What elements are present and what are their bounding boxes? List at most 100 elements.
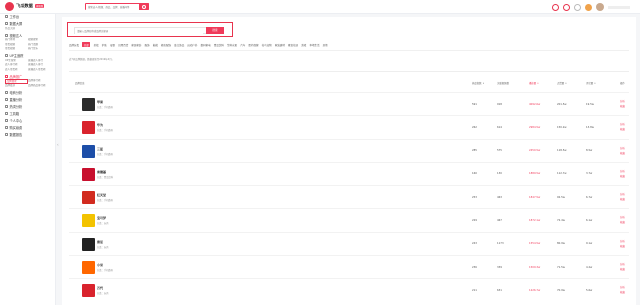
favorite-link[interactable]: 收藏 xyxy=(620,104,625,109)
sidebar-group-6[interactable]: 直播分析 xyxy=(0,97,55,103)
brand-logo[interactable] xyxy=(82,144,95,158)
sidebar-group-9[interactable]: 个人中心 xyxy=(0,118,55,124)
table-row[interactable]: 红天堂 分类：手机数码 253 463 1847.5w 92.5w 6.7w 分析 收藏 xyxy=(69,185,629,208)
sidebar-item[interactable]: 直播达人带货榜 xyxy=(28,68,51,73)
col-views[interactable]: 播放量 ↓ xyxy=(529,81,539,85)
category-tab[interactable]: 其他 xyxy=(323,43,328,47)
brand-name[interactable]: 肯德基 xyxy=(97,170,106,174)
category-tab[interactable]: 数码家电 xyxy=(201,43,211,47)
favorite-link[interactable]: 收藏 xyxy=(620,290,625,295)
brand-search-box[interactable]: 搜索 xyxy=(74,27,224,35)
favorite-link[interactable]: 收藏 xyxy=(620,127,625,132)
brand-logo[interactable] xyxy=(82,121,95,135)
sidebar-item[interactable]: 作品大屏 xyxy=(5,27,28,32)
brand-logo[interactable] xyxy=(82,261,95,275)
brand-name[interactable]: 索尼 xyxy=(97,240,103,244)
category-tab[interactable]: 家装建材 xyxy=(275,43,285,47)
sidebar-group-3[interactable]: UP主追踪 xyxy=(0,53,55,59)
category-tab[interactable]: 日用百货 xyxy=(118,43,128,47)
sidebar-group-7[interactable]: 热词分析 xyxy=(0,104,55,110)
brand-name[interactable]: 小米 xyxy=(97,263,103,267)
sidebar-item[interactable]: 品牌投放 xyxy=(5,84,28,89)
avatar[interactable] xyxy=(596,3,604,11)
category-tab[interactable]: 生鲜水果 xyxy=(227,43,237,47)
search-icon[interactable] xyxy=(139,3,149,10)
category-tab[interactable]: 美妆 xyxy=(94,43,99,47)
sidebar-item[interactable]: 品牌商品排行榜 xyxy=(28,84,51,89)
collapse-arrow-icon[interactable]: ‹ xyxy=(57,142,59,147)
table-row[interactable]: 宝可梦 分类：玩具 229 467 1872.1w 72.4w 6.1w 分析 收藏 xyxy=(69,208,629,231)
favorite-link[interactable]: 收藏 xyxy=(620,151,625,156)
analyze-link[interactable]: 分析 xyxy=(620,146,625,151)
sidebar-item[interactable]: 带货视频 xyxy=(5,47,28,52)
vip-icon[interactable] xyxy=(585,3,592,11)
sidebar-item[interactable]: 热门音乐 xyxy=(28,47,51,52)
table-row[interactable]: 小米 分类：手机数码 236 339 1509.3w 71.5w 4.2w 分析 收藏 xyxy=(69,255,629,278)
sidebar-group-4[interactable]: 品牌推广 xyxy=(0,74,55,80)
category-tab[interactable]: 箱包配饰 xyxy=(161,43,171,47)
category-tab[interactable]: 花鸟宠物 xyxy=(262,43,272,47)
category-tab[interactable]: 医药保健 xyxy=(248,43,258,47)
brand-name[interactable]: 红天堂 xyxy=(97,193,106,197)
col-likes[interactable]: 点赞量 ↓ xyxy=(557,81,567,85)
category-tab[interactable]: 食品饮料 xyxy=(214,43,224,47)
global-search-input[interactable] xyxy=(86,5,140,10)
table-row[interactable]: 肯德基 分类：食品饮料 160 130 1889.5w 112.7w 3.7w 分析 收藏 xyxy=(69,161,629,185)
category-tab[interactable]: 服饰 xyxy=(145,43,150,47)
brand-name[interactable]: 三星 xyxy=(97,147,103,151)
sidebar-item[interactable]: 达人带货榜 xyxy=(5,68,28,73)
brand-name[interactable]: 万代 xyxy=(97,286,103,290)
brand-name[interactable]: 华为 xyxy=(97,123,103,127)
message-icon[interactable] xyxy=(552,3,559,11)
table-row[interactable]: 万代 分类：玩具 211 631 1226.7w 70.9w 5.6w 分析 收藏 xyxy=(69,278,629,301)
settings-icon[interactable] xyxy=(574,3,581,11)
brand-logo[interactable] xyxy=(82,284,95,298)
col-increment[interactable]: 关联视频数 xyxy=(497,81,509,85)
brand-logo[interactable] xyxy=(82,214,95,228)
category-tab[interactable]: 全部 xyxy=(82,42,91,47)
logo-icon[interactable] xyxy=(5,2,14,11)
brand-tags: 分类：手机数码 xyxy=(97,152,114,156)
help-icon[interactable] xyxy=(563,3,570,11)
category-tab[interactable]: 珠宝饰品 xyxy=(174,43,184,47)
sidebar-group-1[interactable]: 数据大屏 xyxy=(0,21,55,27)
brand-logo[interactable] xyxy=(82,237,95,251)
favorite-link[interactable]: 收藏 xyxy=(620,220,625,225)
sidebar-group-label: 视频达人 xyxy=(9,33,23,38)
table-row[interactable]: 三星 分类：手机数码 285 575 2450.5w 118.5w 8.5w 分析 收藏 xyxy=(69,138,629,162)
col-comments[interactable]: 评论量 ↓ xyxy=(586,81,596,85)
category-tab[interactable]: 汽车 xyxy=(240,43,245,47)
favorite-link[interactable]: 收藏 xyxy=(620,267,625,272)
col-trend[interactable]: 热度指数 ↓ xyxy=(472,81,484,85)
category-tab[interactable]: 教育培训 xyxy=(288,43,298,47)
category-tab[interactable]: 家居家纺 xyxy=(131,43,141,47)
category-tab[interactable]: 运动户外 xyxy=(187,43,197,47)
table-row[interactable]: 苹果 分类：手机数码 591 918 4092.6w 201.5w 19.5w 分析 收藏 xyxy=(69,92,629,115)
sidebar-group-0[interactable]: 工作台 xyxy=(0,14,55,20)
favorite-link[interactable]: 收藏 xyxy=(620,244,625,249)
category-tab[interactable]: 游戏 xyxy=(301,43,306,47)
table-row[interactable]: 华为 分类：手机数码 262 614 2984.5w 150.2w 13.8w 分析 收藏 xyxy=(69,115,629,138)
sidebar-group-11[interactable]: 数据报告 xyxy=(0,132,55,138)
logo-text[interactable]: 飞瓜数据 xyxy=(16,3,33,9)
brand-search-input[interactable] xyxy=(75,28,203,35)
favorite-link[interactable]: 收藏 xyxy=(620,174,625,179)
brand-logo[interactable] xyxy=(82,191,95,205)
sidebar-group-10[interactable]: 购买续费 xyxy=(0,125,55,131)
brand-logo[interactable] xyxy=(82,98,95,111)
username-redacted[interactable] xyxy=(608,5,630,9)
favorite-link[interactable]: 收藏 xyxy=(620,197,625,202)
sidebar-group-5[interactable]: 电商分析 xyxy=(0,90,55,96)
brand-name[interactable]: 宝可梦 xyxy=(97,216,106,220)
global-search[interactable] xyxy=(85,3,149,10)
category-tab[interactable]: 母婴 xyxy=(110,43,115,47)
brand-logo[interactable] xyxy=(82,167,95,181)
sidebar-group-2[interactable]: 视频达人 xyxy=(0,33,55,39)
brand-search-button[interactable]: 搜索 xyxy=(206,27,224,35)
category-tab[interactable]: 鞋靴 xyxy=(153,43,158,47)
category-tab[interactable]: 本地生活 xyxy=(309,43,319,47)
brand-name[interactable]: 苹果 xyxy=(97,100,103,104)
category-tab[interactable]: 护肤 xyxy=(102,43,107,47)
sidebar-group-8[interactable]: 工具箱 xyxy=(0,111,55,117)
table-row[interactable]: 索尼 分类：玩具 243 1173 1554.5w 80.9w 9.1w 分析 收藏 xyxy=(69,231,629,255)
